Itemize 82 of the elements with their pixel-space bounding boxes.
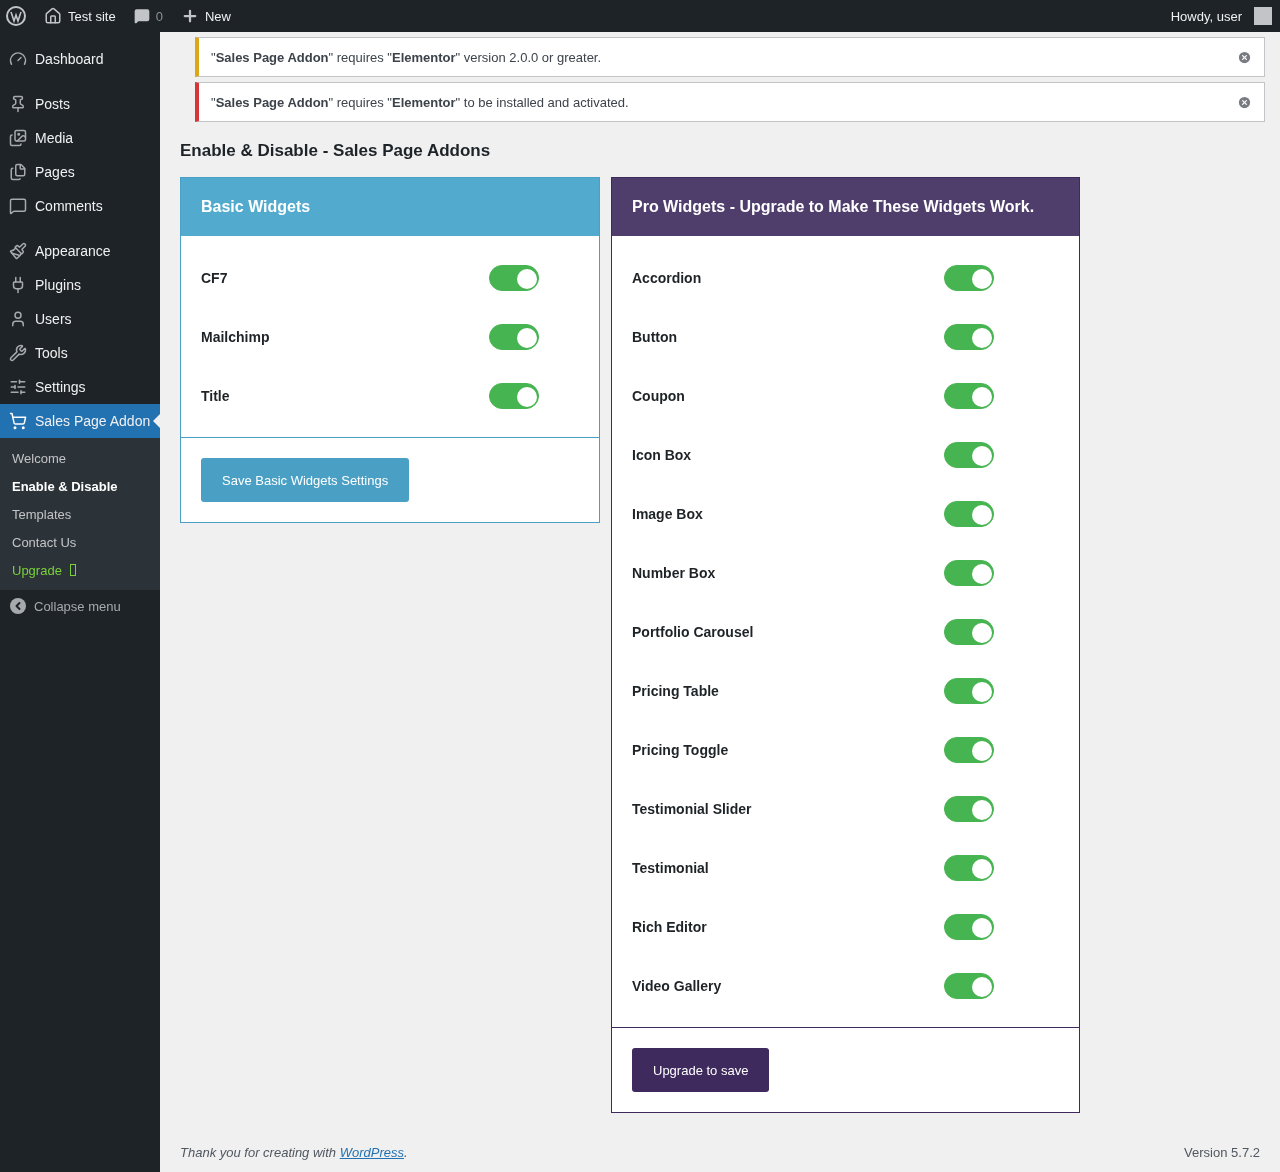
toggle-switch[interactable] (944, 559, 994, 586)
wordpress-link[interactable]: WordPress (339, 1145, 404, 1160)
toggle-switch[interactable] (944, 913, 994, 940)
comments-link[interactable]: 0 (133, 8, 163, 24)
widget-label: CF7 (201, 269, 229, 286)
pin-icon (9, 95, 27, 113)
widget-label: Coupon (632, 387, 686, 404)
notice-text: "Sales Page Addon" requires "Elementor" to be installed and activated. (211, 94, 630, 110)
submenu-item[interactable]: Templates (0, 500, 160, 528)
sidebar-item[interactable]: Media (0, 121, 160, 155)
toggle-switch[interactable] (489, 264, 539, 291)
toggle-switch[interactable] (944, 972, 994, 999)
widget-label: Video Gallery (632, 977, 723, 994)
page-heading: Enable & Disable - Sales Page Addons (180, 141, 492, 161)
home-icon (44, 7, 62, 25)
toggle-switch[interactable] (489, 323, 539, 350)
sidebar-item[interactable]: Posts (0, 87, 160, 121)
widget-label: Testimonial (632, 859, 710, 876)
toggle-switch[interactable] (944, 854, 994, 881)
toggle-switch[interactable] (944, 795, 994, 822)
sidebar-item[interactable]: Settings (0, 370, 160, 404)
footer-text: Thank you for creating with WordPress. (180, 1145, 408, 1160)
missing-glyph-icon (69, 564, 76, 576)
toggle-switch[interactable] (944, 618, 994, 645)
widget-label: Accordion (632, 269, 703, 286)
toggle-switch[interactable] (944, 736, 994, 763)
avatar-icon (1254, 7, 1272, 25)
account-link[interactable]: Howdy, user (1170, 7, 1272, 25)
new-link[interactable]: New (180, 7, 231, 25)
wrench-icon (9, 344, 27, 362)
widget-label: Testimonial Slider (632, 800, 753, 817)
toggle-switch[interactable] (944, 323, 994, 350)
toggle-switch[interactable] (944, 677, 994, 704)
dismiss-icon[interactable] (1237, 94, 1252, 110)
panel-header: Basic Widgets (181, 178, 599, 236)
toggle-switch[interactable] (944, 382, 994, 409)
widget-label: Mailchimp (201, 328, 271, 345)
widget-label: Button (632, 328, 679, 345)
wordpress-logo-link[interactable] (6, 6, 26, 26)
version-text: Version 5.7.2 (1184, 1145, 1260, 1160)
widget-label: Rich Editor (632, 918, 708, 935)
toggle-switch[interactable] (944, 264, 994, 291)
sidebar-item[interactable]: Users (0, 302, 160, 336)
sidebar-item[interactable]: Sales Page Addon (0, 404, 160, 438)
images-icon (9, 129, 27, 147)
sidebar-item[interactable]: Plugins (0, 268, 160, 302)
sidebar-item[interactable]: Comments (0, 189, 160, 223)
widget-label: Title (201, 387, 231, 404)
widget-label: Number Box (632, 564, 717, 581)
widget-label: Image Box (632, 505, 704, 522)
sidebar-item[interactable]: Tools (0, 336, 160, 370)
panel-header: Pro Widgets - Upgrade to Make These Widgets Work. (612, 178, 1079, 236)
wordpress-logo-icon (6, 6, 26, 26)
submenu-item[interactable]: Enable & Disable (0, 472, 160, 500)
paintbrush-icon (9, 242, 27, 260)
pages-icon (9, 163, 27, 181)
notice-text: "Sales Page Addon" requires "Elementor" version 2.0.0 or greater. (211, 49, 603, 65)
user-icon (9, 310, 27, 328)
widget-label: Icon Box (632, 446, 693, 463)
cart-icon (9, 412, 27, 430)
widget-label: Pricing Toggle (632, 741, 730, 758)
submenu-item[interactable]: Welcome (0, 444, 160, 472)
sidebar-item[interactable]: Appearance (0, 234, 160, 268)
sliders-icon (9, 378, 27, 396)
dismiss-icon[interactable] (1237, 49, 1252, 65)
sidebar-item[interactable]: Pages (0, 155, 160, 189)
toggle-switch[interactable] (489, 382, 539, 409)
current-arrow-icon (153, 414, 160, 428)
submenu-item[interactable]: Upgrade (0, 556, 160, 584)
sidebar-item[interactable]: Dashboard (0, 42, 160, 76)
collapse-icon (10, 598, 26, 614)
site-link[interactable]: Test site (44, 7, 116, 25)
save-button[interactable]: Upgrade to save (632, 1048, 770, 1092)
dashboard-icon (9, 50, 27, 68)
collapse-menu-button[interactable]: Collapse menu (0, 590, 131, 622)
widget-label: Portfolio Carousel (632, 623, 755, 640)
submenu-item[interactable]: Contact Us (0, 528, 160, 556)
comment-icon (9, 197, 27, 215)
comment-icon (133, 8, 150, 24)
toggle-switch[interactable] (944, 441, 994, 468)
toggle-switch[interactable] (944, 500, 994, 527)
widget-label: Pricing Table (632, 682, 720, 699)
